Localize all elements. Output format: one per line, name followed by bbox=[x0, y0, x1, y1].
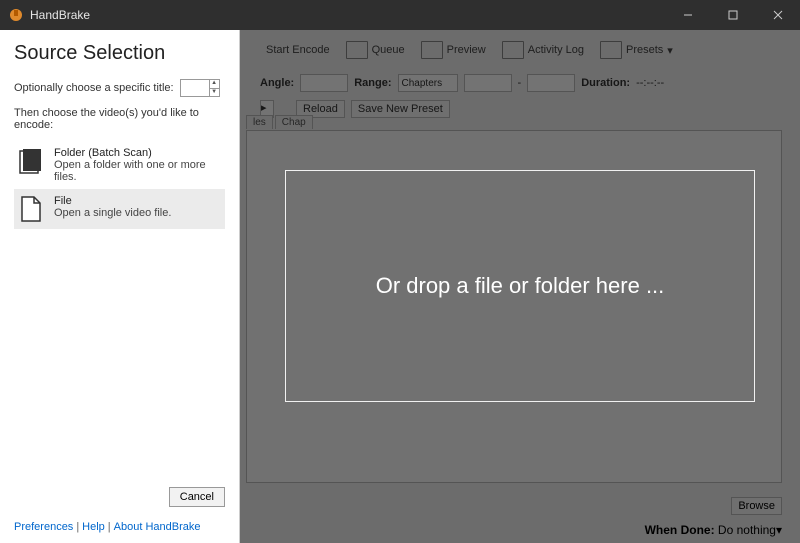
drop-zone[interactable]: Or drop a file or folder here ... bbox=[285, 170, 755, 402]
file-option-title: File bbox=[54, 195, 171, 207]
spinner-down-icon[interactable]: ▼ bbox=[210, 89, 219, 97]
source-selection-panel: Source Selection Optionally choose a spe… bbox=[0, 30, 240, 543]
help-link[interactable]: Help bbox=[82, 521, 105, 533]
folder-option-title: Folder (Batch Scan) bbox=[54, 147, 221, 159]
app-logo-icon bbox=[8, 7, 24, 23]
drop-zone-text: Or drop a file or folder here ... bbox=[376, 273, 665, 299]
spinner-arrows: ▲ ▼ bbox=[209, 80, 219, 96]
spinner-up-icon[interactable]: ▲ bbox=[210, 80, 219, 89]
then-choose-label: Then choose the video(s) you'd like to e… bbox=[14, 107, 225, 131]
specific-title-label: Optionally choose a specific title: bbox=[14, 82, 174, 94]
window-minimize-button[interactable] bbox=[665, 0, 710, 30]
preferences-link[interactable]: Preferences bbox=[14, 521, 73, 533]
window-maximize-button[interactable] bbox=[710, 0, 755, 30]
app-title: HandBrake bbox=[30, 8, 90, 22]
file-option-sub: Open a single video file. bbox=[54, 207, 171, 219]
folder-icon bbox=[18, 147, 44, 175]
about-link[interactable]: About HandBrake bbox=[114, 521, 201, 533]
source-option-folder[interactable]: Folder (Batch Scan) Open a folder with o… bbox=[14, 141, 225, 189]
file-icon bbox=[18, 195, 44, 223]
specific-title-row: Optionally choose a specific title: ▲ ▼ bbox=[14, 79, 225, 97]
titlebar: HandBrake bbox=[0, 0, 800, 30]
title-spinner-input[interactable] bbox=[181, 80, 209, 96]
window-close-button[interactable] bbox=[755, 0, 800, 30]
source-selection-title: Source Selection bbox=[14, 42, 225, 65]
footer-links: Preferences|Help|About HandBrake bbox=[14, 521, 225, 533]
window-body: Start Encode Queue Preview Activity Log … bbox=[0, 30, 800, 543]
cancel-button[interactable]: Cancel bbox=[169, 487, 225, 507]
title-spinner[interactable]: ▲ ▼ bbox=[180, 79, 220, 97]
folder-option-sub: Open a folder with one or more files. bbox=[54, 159, 221, 183]
source-option-file[interactable]: File Open a single video file. bbox=[14, 189, 225, 229]
window: HandBrake Start Encode Queue Preview Act… bbox=[0, 0, 800, 543]
